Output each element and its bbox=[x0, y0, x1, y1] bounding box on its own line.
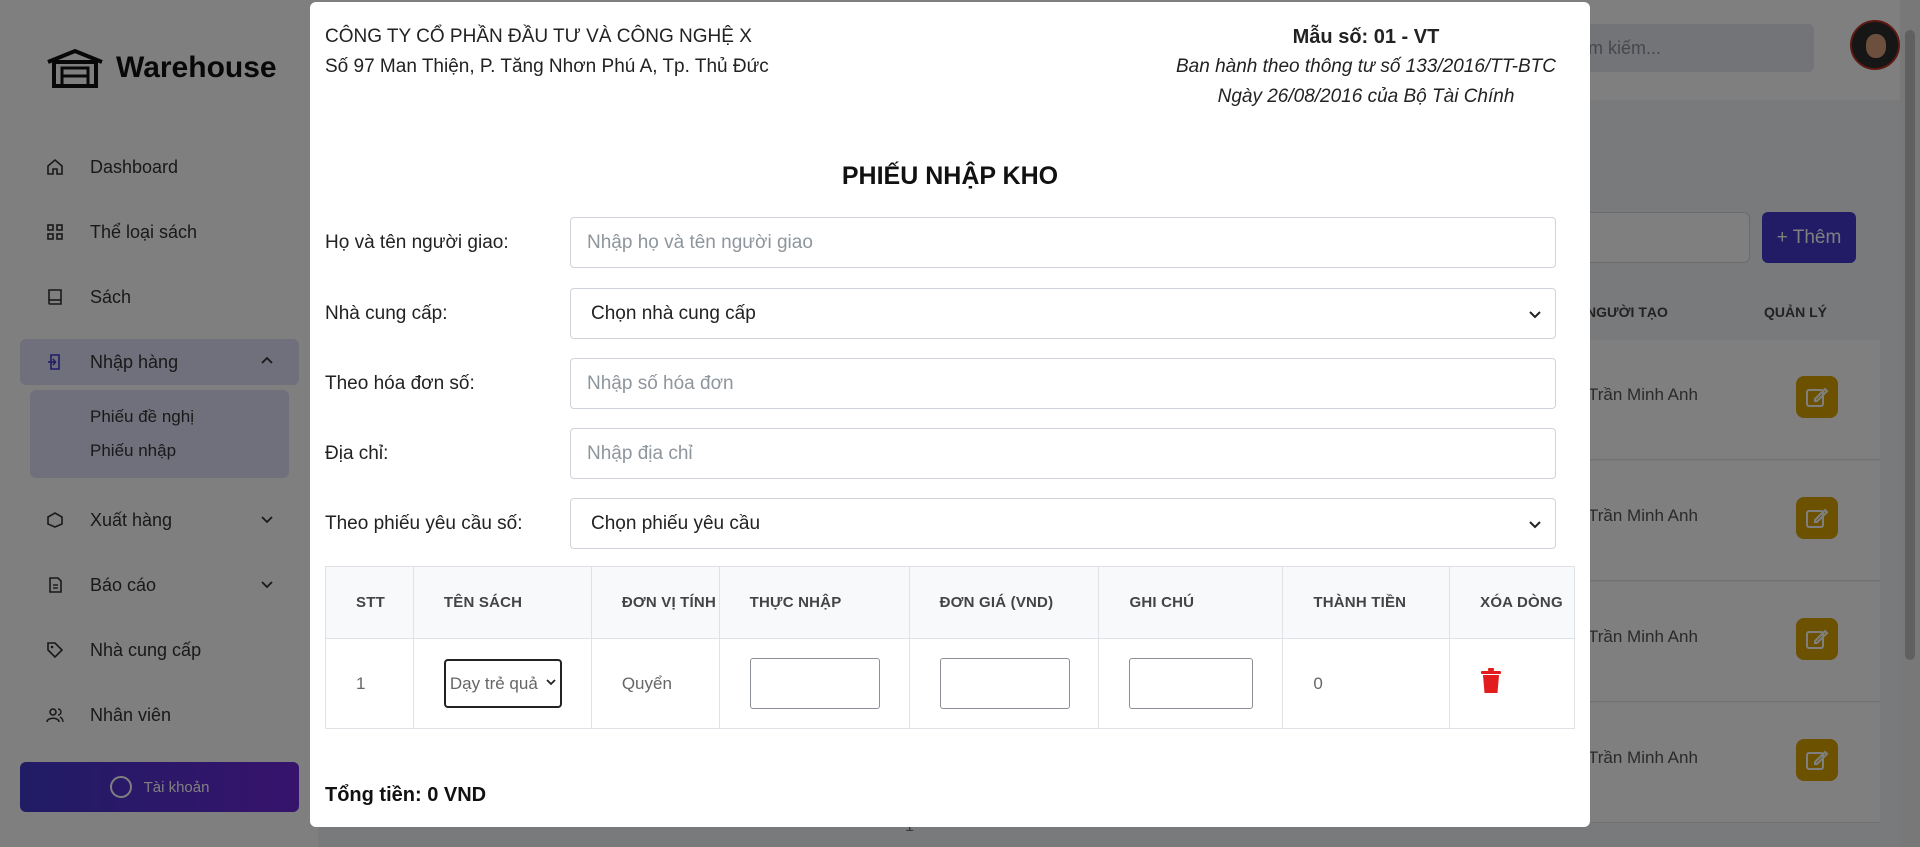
regulation-line-2: Ngày 26/08/2016 của Bộ Tài Chính bbox=[1217, 86, 1515, 107]
request-select[interactable]: Chọn phiếu yêu cầu bbox=[570, 498, 1556, 549]
column-note: GHI CHÚ bbox=[1098, 566, 1284, 639]
column-amount: THÀNH TIỀN bbox=[1282, 566, 1451, 639]
column-price: ĐƠN GIÁ (VND) bbox=[908, 566, 1100, 639]
supplier-row: Nhà cung cấp: Chọn nhà cung cấp bbox=[325, 288, 1560, 339]
company-name: CÔNG TY CỔ PHẦN ĐẦU TƯ VÀ CÔNG NGHỆ X bbox=[325, 26, 752, 47]
chevron-down-icon bbox=[1529, 521, 1541, 529]
company-address: Số 97 Man Thiện, P. Tăng Nhơn Phú A, Tp.… bbox=[325, 56, 769, 77]
quantity-input[interactable] bbox=[749, 658, 880, 709]
supplier-select-value: Chọn nhà cung cấp bbox=[591, 303, 756, 324]
address-label: Địa chỉ: bbox=[325, 443, 389, 464]
form-code-block: Mẫu số: 01 - VT Ban hành theo thông tư s… bbox=[1156, 22, 1576, 112]
table-header-row: STT TÊN SÁCH ĐƠN VỊ TÍNH THỰC NHẬP ĐƠN G… bbox=[325, 566, 1575, 639]
supplier-select[interactable]: Chọn nhà cung cấp bbox=[570, 288, 1556, 339]
form-code: Mẫu số: 01 - VT bbox=[1292, 26, 1440, 48]
price-input[interactable] bbox=[939, 658, 1070, 709]
invoice-label: Theo hóa đơn số: bbox=[325, 373, 475, 394]
unit-cell: Quyển bbox=[590, 638, 720, 729]
request-label: Theo phiếu yêu cầu số: bbox=[325, 513, 523, 534]
supplier-label: Nhà cung cấp: bbox=[325, 303, 448, 324]
invoice-row: Theo hóa đơn số: bbox=[325, 358, 1560, 409]
book-select[interactable]: Dạy trẻ quả bbox=[443, 659, 562, 708]
address-input[interactable] bbox=[570, 428, 1556, 479]
note-cell bbox=[1098, 638, 1284, 729]
column-book: TÊN SÁCH bbox=[412, 566, 592, 639]
deliverer-row: Họ và tên người giao: bbox=[325, 217, 1560, 268]
table-row: 1 Dạy trẻ quả Quyển 0 bbox=[325, 638, 1575, 729]
address-row: Địa chỉ: bbox=[325, 428, 1560, 479]
page-title: PHIẾU NHẬP KHO bbox=[841, 162, 1059, 190]
column-stt: STT bbox=[325, 566, 414, 639]
book-select-value: Dạy trẻ quả bbox=[449, 674, 538, 693]
deliverer-input[interactable] bbox=[570, 217, 1556, 268]
deliverer-label: Họ và tên người giao: bbox=[325, 232, 509, 253]
amount-cell: 0 bbox=[1282, 638, 1451, 729]
book-cell: Dạy trẻ quả bbox=[412, 638, 592, 729]
invoice-input[interactable] bbox=[570, 358, 1556, 409]
import-receipt-modal: CÔNG TY CỔ PHẦN ĐẦU TƯ VÀ CÔNG NGHỆ X Số… bbox=[310, 2, 1590, 827]
request-row: Theo phiếu yêu cầu số: Chọn phiếu yêu cầ… bbox=[325, 498, 1560, 549]
items-table: STT TÊN SÁCH ĐƠN VỊ TÍNH THỰC NHẬP ĐƠN G… bbox=[325, 566, 1575, 729]
trash-icon[interactable] bbox=[1480, 668, 1502, 694]
quantity-cell bbox=[718, 638, 910, 729]
price-cell bbox=[908, 638, 1100, 729]
company-info: CÔNG TY CỔ PHẦN ĐẦU TƯ VÀ CÔNG NGHỆ X Số… bbox=[325, 22, 769, 82]
delete-cell bbox=[1449, 638, 1575, 729]
stt-cell: 1 bbox=[325, 638, 414, 729]
note-input[interactable] bbox=[1129, 658, 1254, 709]
request-select-value: Chọn phiếu yêu cầu bbox=[591, 513, 761, 534]
chevron-down-icon bbox=[545, 677, 556, 687]
column-quantity: THỰC NHẬP bbox=[718, 566, 910, 639]
regulation-line-1: Ban hành theo thông tư số 133/2016/TT-BT… bbox=[1176, 56, 1556, 77]
column-delete: XÓA DÒNG bbox=[1449, 566, 1575, 639]
chevron-down-icon bbox=[1529, 311, 1541, 319]
column-unit: ĐƠN VỊ TÍNH bbox=[590, 566, 720, 639]
total-amount: Tổng tiền: 0 VND bbox=[325, 784, 487, 806]
